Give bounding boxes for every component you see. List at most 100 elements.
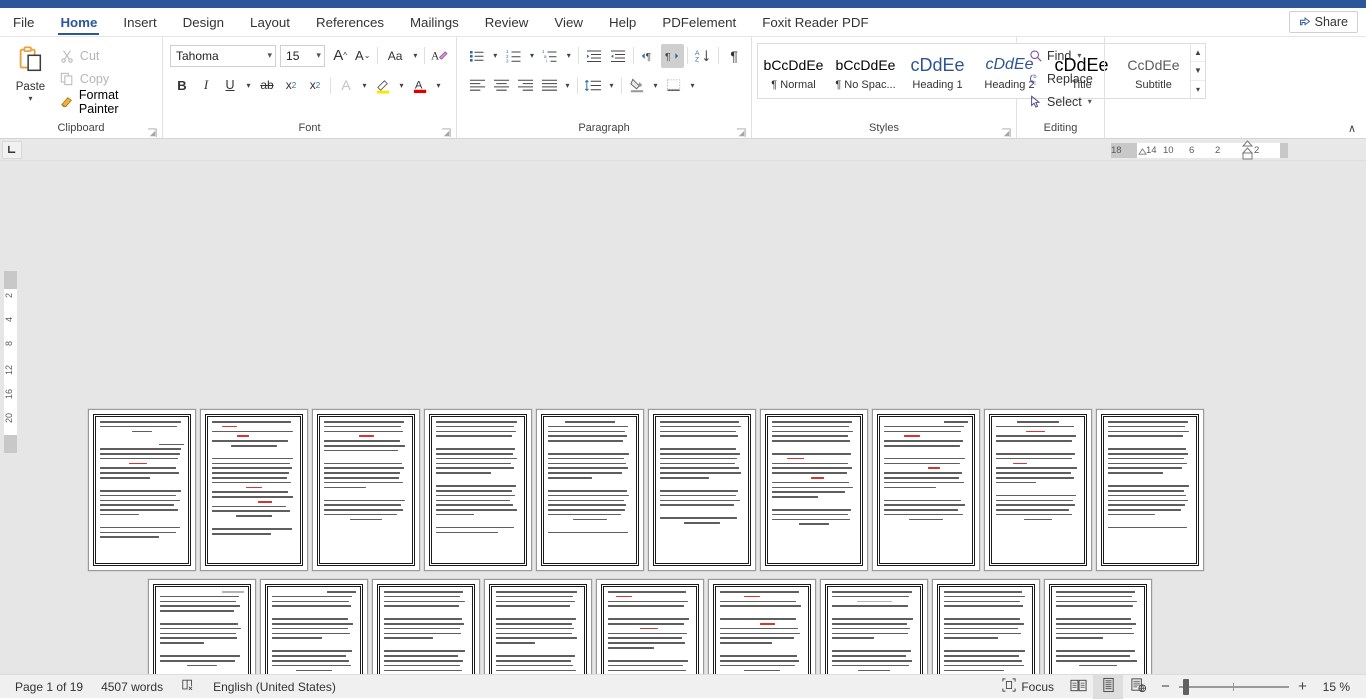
page-thumbnail[interactable] <box>984 409 1092 571</box>
horizontal-ruler[interactable]: 18 14 10 6 2 2 <box>1111 143 1288 158</box>
ltr-text-direction-button[interactable]: ¶ <box>637 44 661 68</box>
tab-review[interactable]: Review <box>472 8 542 36</box>
font-size-combobox[interactable]: 15 ▾ <box>280 45 325 67</box>
page-thumbnail[interactable] <box>88 409 196 571</box>
page-indicator[interactable]: Page 1 of 19 <box>6 675 92 699</box>
font-name-combobox[interactable]: Tahoma ▾ <box>170 45 276 67</box>
chevron-down-icon[interactable]: ▾ <box>605 73 618 97</box>
page-thumbnail[interactable] <box>200 409 308 571</box>
italic-button[interactable]: I <box>194 73 218 97</box>
format-painter-button[interactable]: Format Painter <box>55 91 157 113</box>
zoom-out-button[interactable]: − <box>1159 680 1172 694</box>
page-thumbnail[interactable] <box>872 409 980 571</box>
word-count[interactable]: 4507 words <box>92 675 172 699</box>
tab-view[interactable]: View <box>541 8 596 36</box>
cut-button[interactable]: Cut <box>55 45 157 67</box>
page-thumbnail[interactable] <box>1096 409 1204 571</box>
style-item-subtitle[interactable]: CcDdEe Subtitle <box>1118 44 1190 98</box>
tab-mailings[interactable]: Mailings <box>397 8 472 36</box>
chevron-down-icon[interactable]: ▾ <box>358 73 371 97</box>
chevron-down-icon[interactable]: ▾ <box>686 73 699 97</box>
superscript-button[interactable]: x2 <box>303 73 327 97</box>
replace-button[interactable]: bc Replace <box>1024 67 1097 90</box>
share-button[interactable]: Share <box>1289 11 1358 33</box>
change-case-button[interactable]: Aa <box>381 44 409 68</box>
text-effects-button[interactable]: A <box>334 73 358 97</box>
shading-button[interactable] <box>625 73 649 97</box>
paste-button[interactable]: Paste ▾ <box>6 41 55 122</box>
underline-button[interactable]: U <box>218 73 242 97</box>
page-thumbnail[interactable] <box>648 409 756 571</box>
shrink-font-button[interactable]: A⌄ <box>351 44 374 68</box>
proofing-status[interactable] <box>172 675 204 699</box>
page-thumbnail[interactable] <box>536 409 644 571</box>
read-mode-view-button[interactable] <box>1063 675 1093 699</box>
more-styles-icon[interactable]: ▾ <box>1191 81 1205 98</box>
numbering-button[interactable]: 123 <box>502 44 526 68</box>
page-thumbnail[interactable] <box>372 579 480 682</box>
page-thumbnail[interactable] <box>932 579 1040 682</box>
chevron-down-icon[interactable]: ▾ <box>526 44 539 68</box>
show-formatting-marks-button[interactable]: ¶ <box>722 44 746 68</box>
chevron-down-icon[interactable]: ▾ <box>242 73 255 97</box>
tab-help[interactable]: Help <box>596 8 649 36</box>
chevron-down-icon[interactable]: ▾ <box>562 44 575 68</box>
justify-button[interactable] <box>537 73 561 97</box>
tab-home[interactable]: Home <box>47 8 110 36</box>
align-right-button[interactable] <box>513 73 537 97</box>
page-thumbnail[interactable] <box>760 409 868 571</box>
borders-button[interactable] <box>662 73 686 97</box>
grow-font-button[interactable]: A^ <box>329 44 352 68</box>
font-color-button[interactable]: A <box>408 73 432 97</box>
chevron-down-icon[interactable]: ▾ <box>267 50 272 61</box>
focus-mode-button[interactable]: Focus <box>993 675 1063 699</box>
find-button[interactable]: Find ▾ <box>1024 44 1097 67</box>
rtl-text-direction-button[interactable]: ¶ <box>661 44 685 68</box>
copy-button[interactable]: Copy <box>55 68 157 90</box>
zoom-level-label[interactable]: 15 % <box>1316 680 1354 694</box>
tab-layout[interactable]: Layout <box>237 8 303 36</box>
language-indicator[interactable]: English (United States) <box>204 675 345 699</box>
print-layout-view-button[interactable] <box>1093 675 1123 699</box>
align-center-button[interactable] <box>489 73 513 97</box>
style-item-no-spacing[interactable]: bCcDdEe ¶ No Spac... <box>830 44 902 98</box>
font-dialog-launcher[interactable] <box>441 126 452 137</box>
bullets-button[interactable] <box>465 44 489 68</box>
line-spacing-button[interactable] <box>581 73 605 97</box>
page-thumbnail[interactable] <box>148 579 256 682</box>
subscript-button[interactable]: x2 <box>279 73 303 97</box>
chevron-down-icon[interactable]: ▾ <box>649 73 662 97</box>
web-layout-view-button[interactable] <box>1123 675 1153 699</box>
tab-file[interactable]: File <box>0 8 47 36</box>
decrease-indent-button[interactable] <box>582 44 606 68</box>
tab-pdfelement[interactable]: PDFelement <box>649 8 749 36</box>
scroll-down-icon[interactable]: ▼ <box>1191 62 1205 80</box>
zoom-in-button[interactable]: + <box>1296 680 1309 694</box>
text-highlight-color-button[interactable] <box>371 73 395 97</box>
chevron-down-icon[interactable]: ▾ <box>316 50 321 61</box>
chevron-down-icon[interactable]: ▾ <box>395 73 408 97</box>
style-item-heading-1[interactable]: cDdEe Heading 1 <box>902 44 974 98</box>
zoom-slider[interactable] <box>1179 686 1289 688</box>
indent-markers[interactable] <box>1241 143 1254 158</box>
select-button[interactable]: Select ▾ <box>1024 90 1097 113</box>
bold-button[interactable]: B <box>170 73 194 97</box>
page-thumbnail[interactable] <box>424 409 532 571</box>
styles-gallery[interactable]: bCcDdEe ¶ Normal bCcDdEe ¶ No Spac... cD… <box>757 43 1206 99</box>
page-thumbnail[interactable] <box>484 579 592 682</box>
chevron-down-icon[interactable]: ▾ <box>1077 51 1081 60</box>
page-thumbnail[interactable] <box>820 579 928 682</box>
styles-dialog-launcher[interactable] <box>1001 126 1012 137</box>
sort-button[interactable]: AZ <box>691 44 715 68</box>
page-thumbnail[interactable] <box>312 409 420 571</box>
document-canvas[interactable]: 2 4 8 12 16 20 <box>0 161 1366 682</box>
tab-foxit-reader-pdf[interactable]: Foxit Reader PDF <box>749 8 881 36</box>
collapse-ribbon-button[interactable]: ∧ <box>1344 121 1360 135</box>
strikethrough-button[interactable]: ab <box>255 73 279 97</box>
chevron-down-icon[interactable]: ▾ <box>561 73 574 97</box>
page-thumbnail[interactable] <box>708 579 816 682</box>
increase-indent-button[interactable] <box>606 44 630 68</box>
chevron-down-icon[interactable]: ▾ <box>1088 97 1092 106</box>
tab-insert[interactable]: Insert <box>110 8 169 36</box>
clear-formatting-button[interactable]: A <box>428 44 451 68</box>
